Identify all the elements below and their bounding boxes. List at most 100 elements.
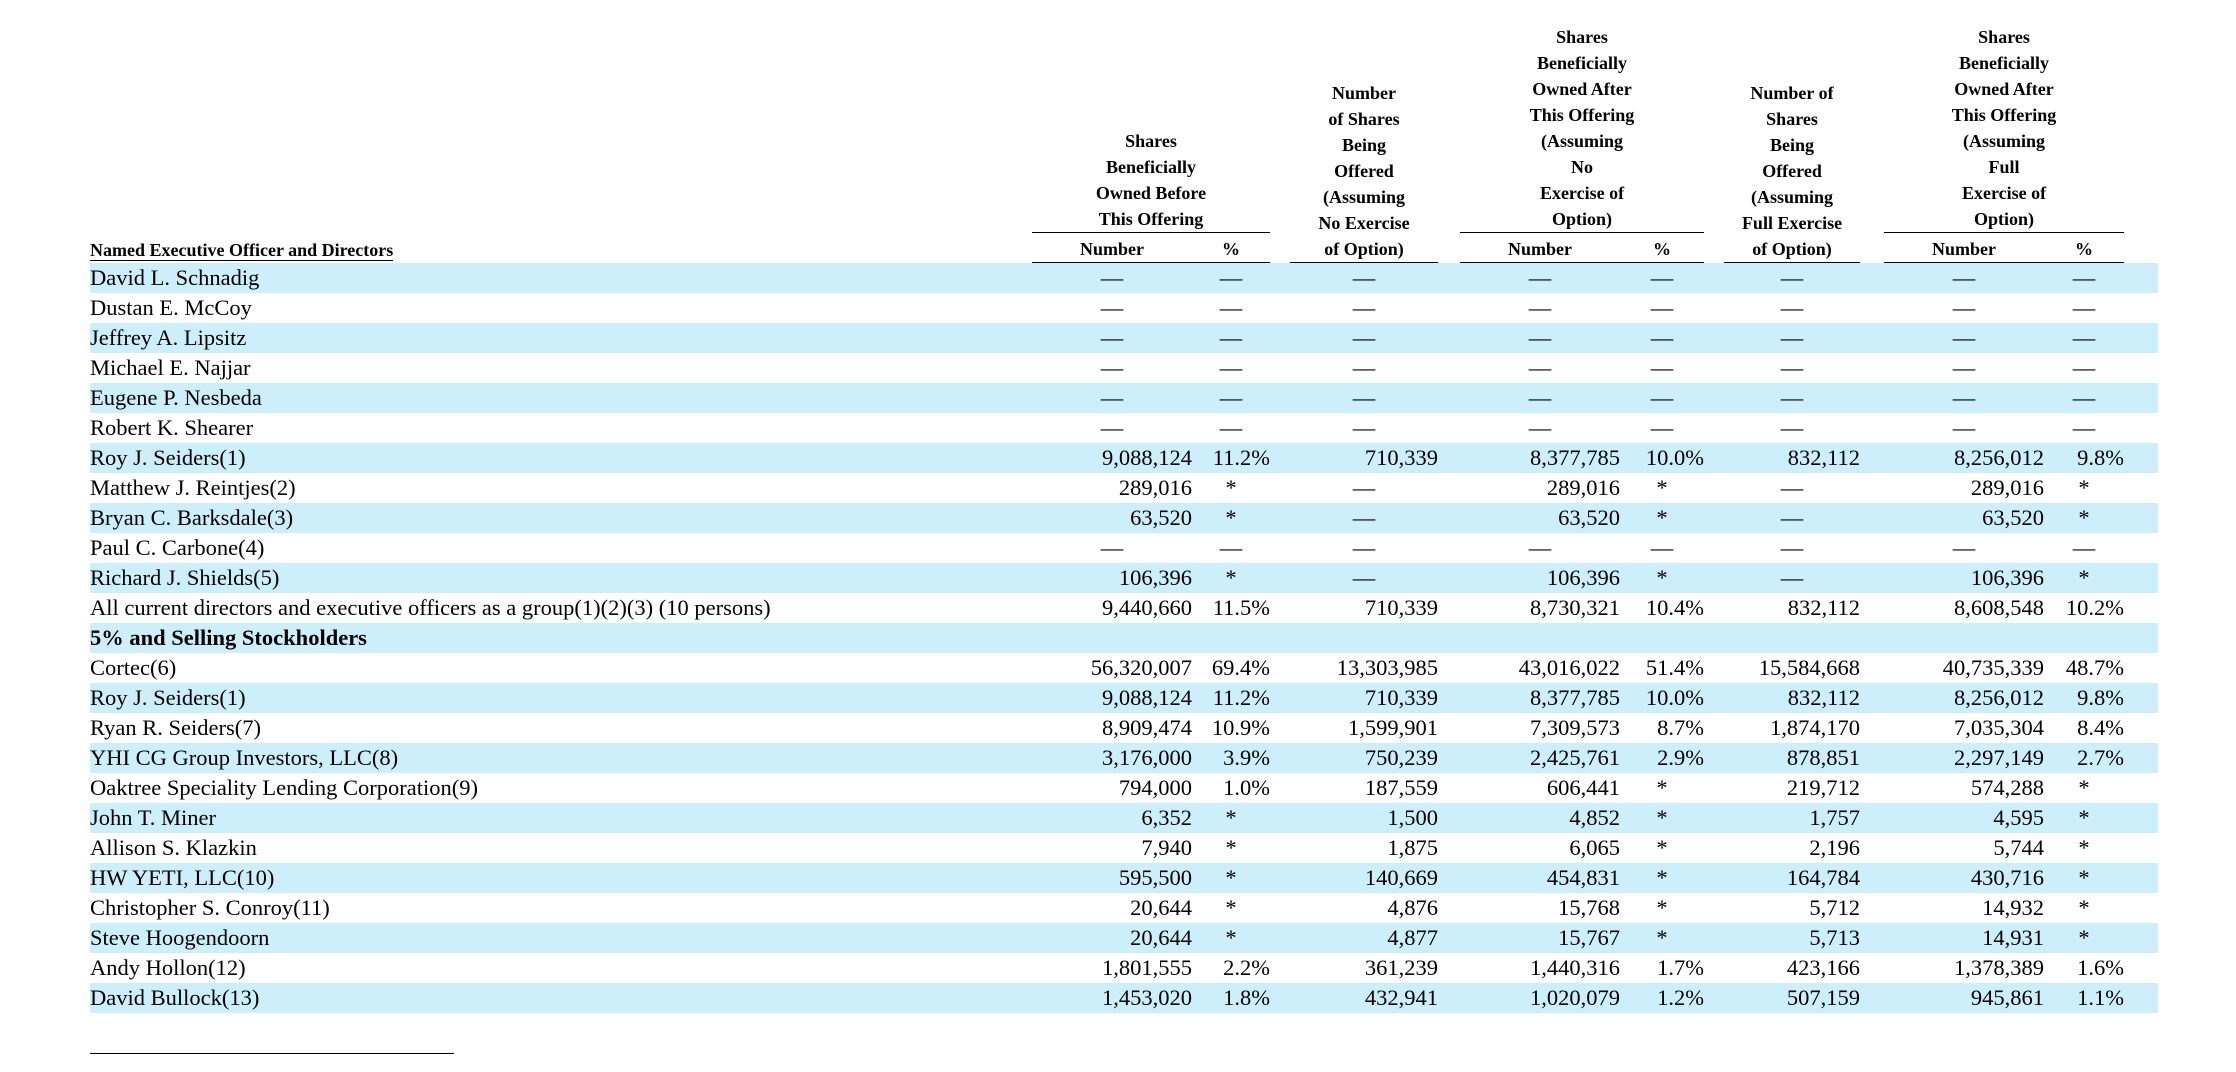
number-cell: 1,378,389 bbox=[1954, 955, 2045, 980]
number-cell: 710,339 bbox=[1290, 683, 1438, 713]
number-cell: — bbox=[1884, 323, 2045, 353]
number-cell: 5,713 bbox=[1724, 923, 1861, 953]
number-cell: 63,520 bbox=[1460, 503, 1620, 533]
header-before-number: Number bbox=[1032, 233, 1192, 263]
number-cell: 6,352 bbox=[1032, 803, 1192, 833]
number-cell: 56,320,007 bbox=[1090, 655, 1192, 680]
percent-cell: 8.4% bbox=[2077, 715, 2125, 740]
percent-cell: * bbox=[2078, 475, 2090, 500]
number-cell: — bbox=[1528, 535, 1552, 560]
header-name-spacer bbox=[90, 0, 1008, 233]
holder-name: Robert K. Shearer bbox=[90, 415, 254, 440]
percent-cell: * bbox=[1192, 863, 1270, 893]
percent-cell: — bbox=[2044, 383, 2125, 413]
number-cell: 574,288 bbox=[1970, 775, 2045, 800]
percent-cell: — bbox=[2072, 355, 2096, 380]
table-row: David Bullock(13) 1,453,020 1.8% 432,941 1,0… bbox=[90, 983, 2159, 1013]
number-cell: 2,196 bbox=[1809, 835, 1861, 860]
table-row: Steve Hoogendoorn 20,644 * 4,877 15,767 * 5,71… bbox=[90, 923, 2159, 953]
number-cell: — bbox=[1352, 355, 1376, 380]
number-cell: 106,396 bbox=[1884, 563, 2045, 593]
percent-cell: * bbox=[2078, 895, 2090, 920]
table-row: Dustan E. McCoy — — — — — — — — bbox=[90, 293, 2158, 323]
number-cell: — bbox=[1290, 563, 1438, 593]
number-cell: — bbox=[1528, 295, 1552, 320]
number-cell: — bbox=[1724, 563, 1861, 593]
number-cell bbox=[1290, 623, 1438, 653]
percent-cell: * bbox=[1620, 803, 1705, 833]
number-cell: — bbox=[1884, 383, 2045, 413]
holder-name: Matthew J. Reintjes(2) bbox=[90, 475, 296, 500]
percent-cell bbox=[1192, 623, 1270, 653]
number-cell: 4,876 bbox=[1387, 895, 1438, 920]
number-cell: 187,559 bbox=[1364, 775, 1438, 800]
percent-cell: — bbox=[2044, 323, 2125, 353]
percent-cell: 10.9% bbox=[1211, 715, 1270, 740]
number-cell: 1,599,901 bbox=[1348, 715, 1438, 740]
percent-cell: — bbox=[1620, 263, 1705, 293]
number-cell: 106,396 bbox=[1032, 563, 1192, 593]
percent-cell: * bbox=[1225, 895, 1237, 920]
percent-cell: 9.8% bbox=[2044, 683, 2125, 713]
number-cell: 945,861 bbox=[1884, 983, 2045, 1013]
number-cell: — bbox=[1352, 475, 1376, 500]
percent-cell: 3.9% bbox=[1192, 743, 1270, 773]
percent-cell: * bbox=[2078, 775, 2090, 800]
number-cell: 1,874,170 bbox=[1770, 715, 1861, 740]
table-row: HW YETI, LLC(10) 595,500 * 140,669 454,831 * 1… bbox=[90, 863, 2159, 893]
percent-cell: * bbox=[1620, 923, 1705, 953]
number-cell: 7,309,573 bbox=[1530, 715, 1620, 740]
percent-cell: — bbox=[1650, 415, 1674, 440]
header-offered-no-option: Number of Shares Being Offered (Assuming… bbox=[1290, 0, 1438, 263]
percent-cell: 48.7% bbox=[2065, 655, 2125, 680]
number-cell: 432,941 bbox=[1290, 983, 1438, 1013]
percent-cell: — bbox=[1620, 383, 1705, 413]
percent-cell: 51.4% bbox=[1645, 655, 1705, 680]
table-row: Eugene P. Nesbeda — — — — — — — — bbox=[90, 383, 2159, 413]
table-row: Jeffrey A. Lipsitz — — — — — — — — bbox=[90, 323, 2159, 353]
number-cell bbox=[1884, 623, 2045, 653]
table-row: Roy J. Seiders(1) 9,088,124 11.2% 710,339 8,… bbox=[90, 683, 2159, 713]
number-cell: 9,088,124 bbox=[1032, 683, 1192, 713]
header-owned-after-no-option: Shares Beneficially Owned After This Off… bbox=[1460, 0, 1705, 233]
table-row: Andy Hollon(12) 1,801,555 2.2% 361,239 1,440… bbox=[90, 953, 2158, 983]
percent-cell: * bbox=[1192, 503, 1270, 533]
percent-cell: — bbox=[1192, 323, 1270, 353]
number-cell: 1,875 bbox=[1387, 835, 1438, 860]
percent-cell: 11.2% bbox=[1192, 443, 1270, 473]
number-cell: — bbox=[1100, 535, 1124, 560]
number-cell: — bbox=[1100, 295, 1124, 320]
table-row: John T. Miner 6,352 * 1,500 4,852 * 1,757 4,595… bbox=[90, 803, 2159, 833]
number-cell: — bbox=[1952, 535, 1976, 560]
number-cell: — bbox=[1032, 323, 1192, 353]
header-after-no-option-pct: % bbox=[1620, 233, 1705, 263]
percent-cell: 1.7% bbox=[1657, 955, 1705, 980]
holder-name: Roy J. Seiders(1) bbox=[90, 683, 1008, 713]
percent-cell: 2.2% bbox=[1223, 955, 1270, 980]
number-cell: — bbox=[1528, 415, 1552, 440]
number-cell: 20,644 bbox=[1130, 895, 1192, 920]
number-cell: — bbox=[1952, 355, 1976, 380]
number-cell: 5,744 bbox=[1993, 835, 2045, 860]
percent-cell: 1.8% bbox=[1192, 983, 1270, 1013]
percent-cell: — bbox=[1650, 535, 1674, 560]
number-cell: 2,425,761 bbox=[1460, 743, 1620, 773]
number-cell: — bbox=[1290, 383, 1438, 413]
table-row: Bryan C. Barksdale(3) 63,520 * —63,520 * —63,… bbox=[90, 503, 2159, 533]
table-body: David L. Schnadig — — — — — — — — Dustan E. McCoy… bbox=[90, 263, 2159, 1013]
percent-cell: * bbox=[2044, 863, 2125, 893]
percent-cell: — bbox=[1219, 535, 1243, 560]
number-cell: 8,377,785 bbox=[1460, 683, 1620, 713]
number-cell: 423,166 bbox=[1786, 955, 1861, 980]
number-cell: — bbox=[1780, 295, 1804, 320]
table-row: 5% and Selling Stockholders bbox=[90, 623, 2159, 653]
percent-cell: * bbox=[1656, 895, 1668, 920]
number-cell: 13,303,985 bbox=[1336, 655, 1438, 680]
number-cell: 219,712 bbox=[1786, 775, 1861, 800]
percent-cell: 11.5% bbox=[1212, 595, 1270, 620]
number-cell: 361,239 bbox=[1364, 955, 1438, 980]
number-cell: 430,716 bbox=[1884, 863, 2045, 893]
percent-cell: * bbox=[1656, 475, 1668, 500]
number-cell: 1,020,079 bbox=[1460, 983, 1620, 1013]
number-cell: 289,016 bbox=[1546, 475, 1620, 500]
